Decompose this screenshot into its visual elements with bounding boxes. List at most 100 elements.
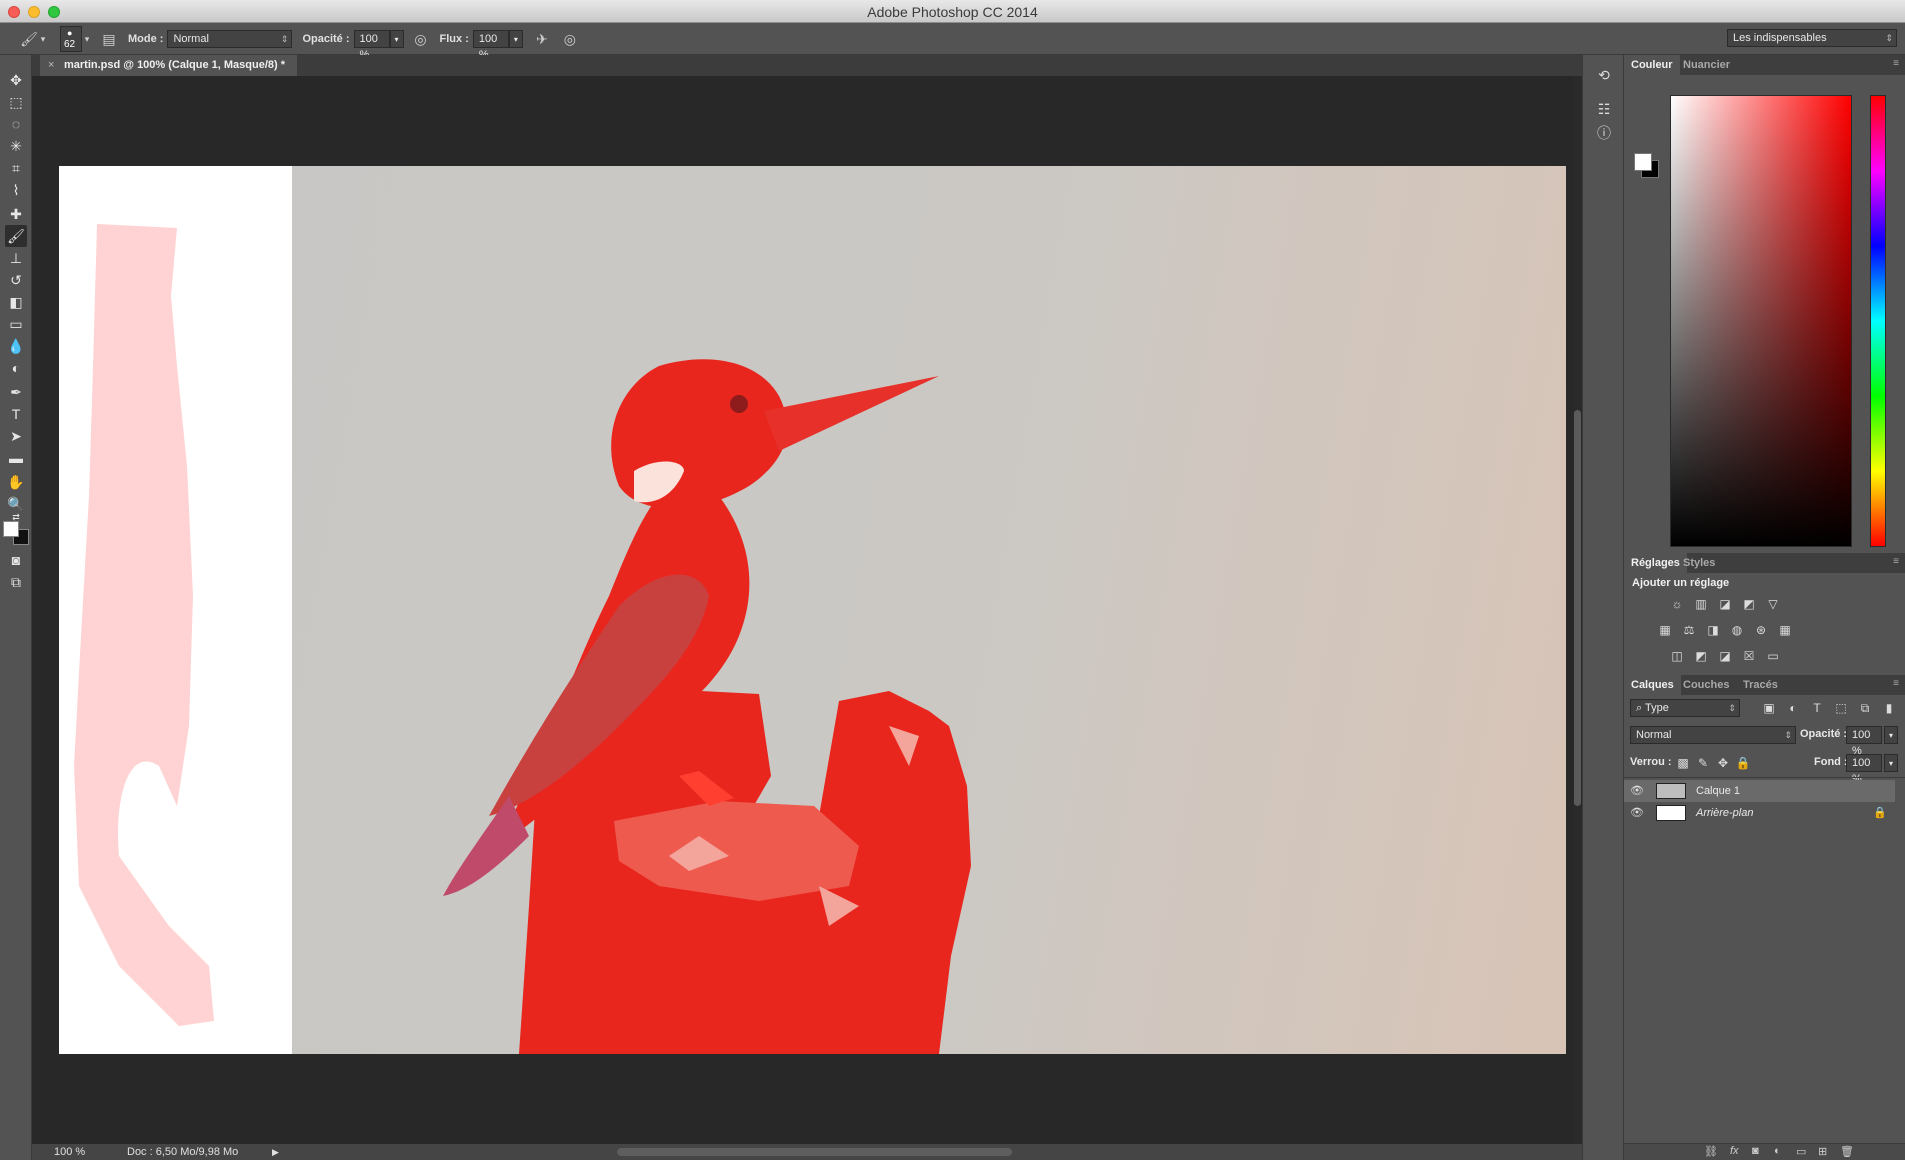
- blur-tool-icon[interactable]: 💧: [5, 335, 27, 357]
- eraser-tool-icon[interactable]: ◧: [5, 291, 27, 313]
- exposure-icon[interactable]: ◩: [1740, 596, 1758, 612]
- posterize-icon[interactable]: ◩: [1692, 648, 1710, 664]
- tab-couches[interactable]: Couches: [1676, 675, 1736, 695]
- pressure-size-icon[interactable]: ◎: [561, 30, 579, 48]
- gradient-tool-icon[interactable]: ▭: [5, 313, 27, 335]
- panel-menu-icon[interactable]: ≡: [1893, 678, 1899, 689]
- visibility-eye-icon[interactable]: 👁: [1630, 802, 1644, 824]
- magic-wand-tool-icon[interactable]: ✳: [5, 135, 27, 157]
- lock-pixels-icon[interactable]: ✎: [1694, 755, 1712, 771]
- panel-foreground-swatch[interactable]: [1634, 153, 1652, 171]
- type-tool-icon[interactable]: T: [5, 403, 27, 425]
- black-white-icon[interactable]: ◨: [1704, 622, 1722, 638]
- brush-tool-preset-icon[interactable]: 🖌: [20, 30, 38, 48]
- fill-slider[interactable]: ▾: [1884, 754, 1898, 772]
- flow-field[interactable]: 100 %: [472, 29, 509, 61]
- adjustment-icon[interactable]: ◐: [1774, 1145, 1781, 1157]
- healing-brush-tool-icon[interactable]: ✚: [5, 203, 27, 225]
- properties-panel-icon[interactable]: ☷: [1594, 99, 1614, 119]
- canvas-area[interactable]: [32, 76, 1582, 1144]
- brightness-icon[interactable]: ☼: [1668, 596, 1686, 612]
- mode-select[interactable]: Normal ⇕: [167, 29, 293, 48]
- zoom-level[interactable]: 100 %: [54, 1144, 85, 1160]
- history-brush-tool-icon[interactable]: ↺: [5, 269, 27, 291]
- curves-icon[interactable]: ◪: [1716, 596, 1734, 612]
- foreground-color-swatch[interactable]: [3, 521, 19, 537]
- close-tab-icon[interactable]: ×: [48, 55, 54, 76]
- document-image[interactable]: [59, 166, 1566, 1054]
- airbrush-icon[interactable]: ✈: [533, 30, 551, 48]
- path-selection-tool-icon[interactable]: ➤: [5, 425, 27, 447]
- move-tool-icon[interactable]: ✥: [5, 69, 27, 91]
- levels-icon[interactable]: ▥: [1692, 596, 1710, 612]
- tab-calques[interactable]: Calques: [1624, 675, 1681, 695]
- opacity-field[interactable]: 100 %: [353, 29, 390, 61]
- lock-transparency-icon[interactable]: ▩: [1674, 755, 1692, 771]
- filter-toggle-icon[interactable]: ▮: [1880, 700, 1898, 716]
- brush-size-chevron-icon[interactable]: ▾: [82, 30, 92, 48]
- info-panel-icon[interactable]: ⓘ: [1594, 123, 1614, 143]
- color-picker-field[interactable]: [1670, 95, 1852, 547]
- flow-slider-button[interactable]: ▾: [508, 29, 523, 48]
- layer-name[interactable]: Arrière-plan: [1696, 802, 1753, 824]
- rectangle-tool-icon[interactable]: ▬: [5, 447, 27, 469]
- visibility-eye-icon[interactable]: 👁: [1630, 780, 1644, 802]
- layer-blend-mode-select[interactable]: Normal ⇕: [1630, 726, 1796, 744]
- layer-filter-select[interactable]: ⌕ Type ⇕: [1630, 699, 1740, 717]
- filter-adjustment-icon[interactable]: ◐: [1784, 700, 1802, 716]
- history-panel-icon[interactable]: ⟲: [1594, 65, 1614, 85]
- threshold-icon[interactable]: ◪: [1716, 648, 1734, 664]
- color-balance-icon[interactable]: ⚖: [1680, 622, 1698, 638]
- quick-mask-icon[interactable]: ◙: [5, 549, 27, 571]
- filter-smart-object-icon[interactable]: ⧉: [1856, 700, 1874, 716]
- photo-filter-icon[interactable]: ◍: [1728, 622, 1746, 638]
- layer-row-calque-1[interactable]: 👁 Calque 1: [1624, 780, 1895, 802]
- hue-slider[interactable]: [1870, 95, 1886, 547]
- tab-nuancier[interactable]: Nuancier: [1676, 55, 1737, 75]
- play-icon[interactable]: ▶: [272, 1144, 279, 1160]
- tab-traces[interactable]: Tracés: [1736, 675, 1785, 695]
- workspace-select[interactable]: Les indispensables ⇕: [1727, 29, 1897, 47]
- hue-saturation-icon[interactable]: ▦: [1656, 622, 1674, 638]
- lock-all-icon[interactable]: 🔒: [1734, 755, 1752, 771]
- brush-panel-toggle-icon[interactable]: ▤: [100, 30, 118, 48]
- clone-stamp-tool-icon[interactable]: ⊥: [5, 247, 27, 269]
- tab-styles[interactable]: Styles: [1676, 553, 1722, 573]
- layer-name[interactable]: Calque 1: [1696, 780, 1740, 802]
- brush-tool-icon[interactable]: 🖌: [5, 225, 27, 247]
- hand-tool-icon[interactable]: ✋: [5, 471, 27, 493]
- link-icon[interactable]: ⛓: [1704, 1145, 1718, 1158]
- preset-chevron-icon[interactable]: ▾: [38, 30, 48, 48]
- channel-mixer-icon[interactable]: ⊛: [1752, 622, 1770, 638]
- pen-tool-icon[interactable]: ✒: [5, 381, 27, 403]
- vibrance-icon[interactable]: ▽: [1764, 596, 1782, 612]
- filter-type-icon[interactable]: T: [1808, 700, 1826, 716]
- vertical-scrollbar[interactable]: [1573, 76, 1582, 1144]
- new-layer-icon[interactable]: ⊞: [1818, 1145, 1827, 1158]
- folder-icon[interactable]: ▭: [1796, 1145, 1806, 1158]
- opacity-slider-button[interactable]: ▾: [389, 29, 404, 48]
- lasso-tool-icon[interactable]: ◌: [5, 113, 27, 135]
- marquee-tool-icon[interactable]: ⬚: [5, 91, 27, 113]
- fill-field[interactable]: 100 %: [1846, 754, 1882, 785]
- layer-opacity-field[interactable]: 100 %: [1846, 726, 1882, 757]
- panel-menu-icon[interactable]: ≡: [1893, 556, 1899, 567]
- layer-row-arriere-plan[interactable]: 👁 Arrière-plan 🔒: [1624, 802, 1895, 824]
- mask-icon[interactable]: ◙: [1752, 1145, 1759, 1157]
- panel-menu-icon[interactable]: ≡: [1893, 58, 1899, 69]
- lock-position-icon[interactable]: ✥: [1714, 755, 1732, 771]
- document-info[interactable]: Doc : 6,50 Mo/9,98 Mo: [127, 1144, 238, 1160]
- brush-size-picker[interactable]: ● 62: [60, 25, 82, 52]
- selective-color-icon[interactable]: ☒: [1740, 648, 1758, 664]
- horizontal-scroll-thumb[interactable]: [617, 1148, 1012, 1156]
- layer-opacity-slider[interactable]: ▾: [1884, 726, 1898, 744]
- invert-icon[interactable]: ◫: [1668, 648, 1686, 664]
- color-lookup-icon[interactable]: ▦: [1776, 622, 1794, 638]
- fx-icon[interactable]: fx: [1730, 1145, 1739, 1157]
- screen-mode-icon[interactable]: ⧉: [5, 571, 27, 593]
- filter-shape-icon[interactable]: ⬚: [1832, 700, 1850, 716]
- filter-pixel-icon[interactable]: ▣: [1760, 700, 1778, 716]
- crop-tool-icon[interactable]: ⌗: [5, 157, 27, 179]
- eyedropper-tool-icon[interactable]: ⌇: [5, 179, 27, 201]
- pressure-opacity-icon[interactable]: ◎: [412, 30, 430, 48]
